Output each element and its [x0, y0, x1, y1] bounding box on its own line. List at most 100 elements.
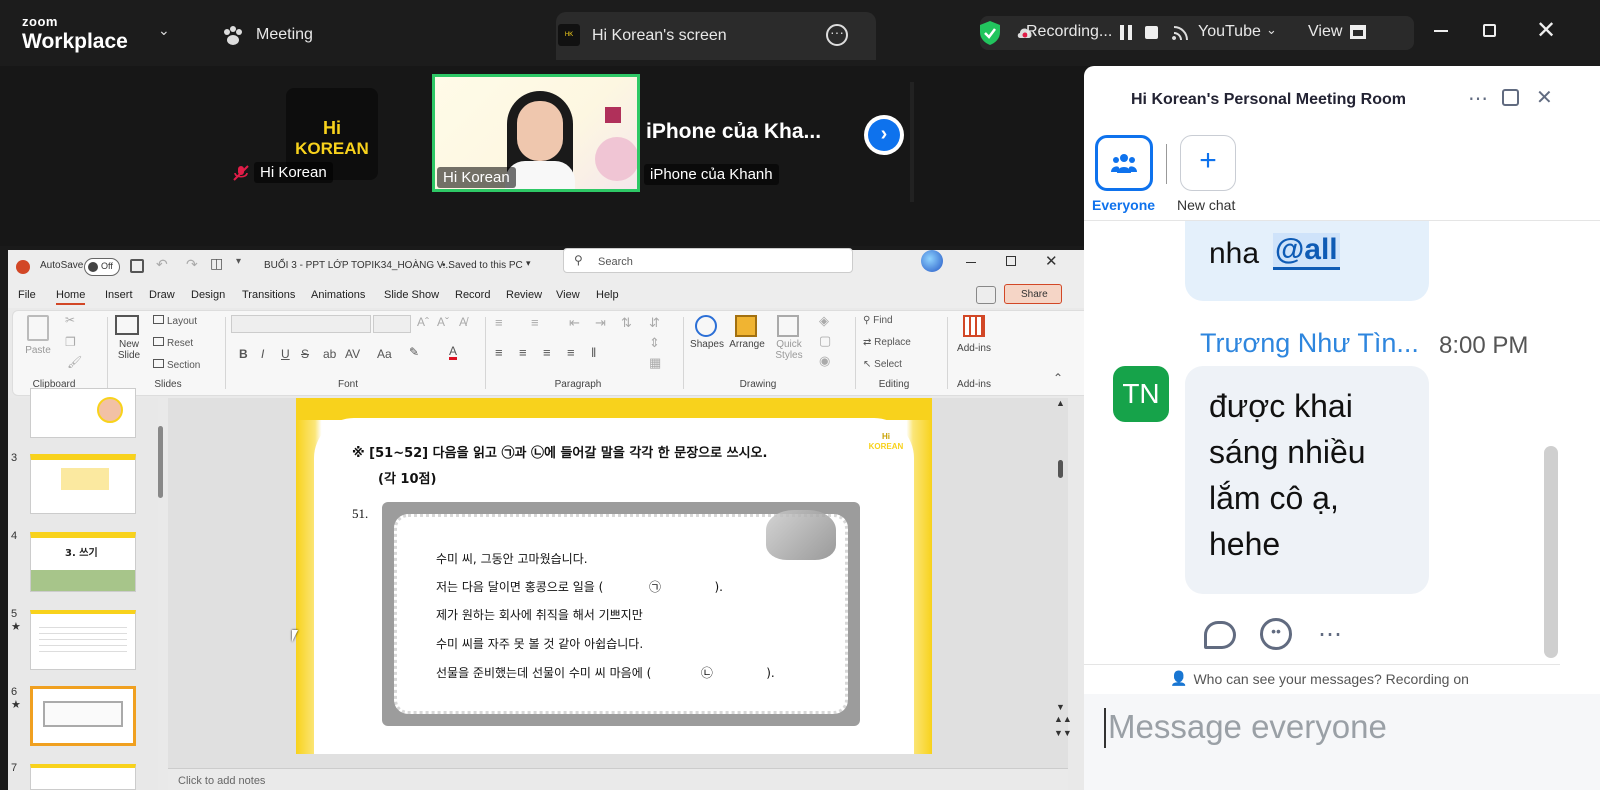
italic-icon[interactable]: I [261, 347, 264, 361]
menu-insert[interactable]: Insert [105, 289, 133, 301]
paste-button[interactable]: Paste [23, 315, 53, 365]
grid-icon[interactable] [1350, 25, 1366, 39]
clear-format-icon[interactable]: A̸ [459, 315, 467, 329]
bold-icon[interactable]: B [239, 347, 248, 361]
font-name-box[interactable] [231, 315, 371, 333]
more-options-icon[interactable]: ··· [826, 24, 848, 46]
select-button[interactable]: ↖ Select [863, 359, 902, 370]
notes-pane[interactable]: Click to add notes [168, 768, 1068, 790]
share-screen-tab[interactable]: HK Hi Korean's screen ··· [556, 12, 876, 60]
ppt-close-icon[interactable]: ✕ [1045, 252, 1058, 270]
chevron-down-icon[interactable]: ▾ [526, 258, 531, 269]
replace-button[interactable]: ⇄ Replace [863, 337, 911, 348]
menu-view[interactable]: View [556, 289, 580, 301]
ppt-restore-icon[interactable] [1006, 256, 1016, 266]
collapse-ribbon-icon[interactable]: ⌃ [1053, 371, 1063, 385]
shapes-button[interactable]: Shapes [689, 315, 725, 350]
menu-animations[interactable]: Animations [311, 289, 365, 301]
slide-thumbnail[interactable] [30, 764, 136, 790]
copilot-icon[interactable] [921, 250, 943, 272]
new-chat-button[interactable]: + [1180, 135, 1236, 191]
slide-thumbnail[interactable] [30, 388, 136, 438]
scroll-down-icon[interactable]: ▼ [1056, 702, 1065, 712]
find-button[interactable]: ⚲ Find [863, 315, 893, 326]
addins-button[interactable]: Add-ins [953, 315, 995, 354]
message-input[interactable]: Message everyone [1104, 704, 1584, 754]
slide-thumbnail[interactable] [30, 610, 136, 670]
menu-slide-show[interactable]: Slide Show [384, 289, 439, 301]
numbering-icon[interactable]: ≡ [531, 315, 539, 330]
prev-slide-icon[interactable]: ▲▲ [1054, 714, 1072, 724]
slide-thumbnail[interactable]: 3. 쓰기 [30, 532, 136, 592]
saved-status[interactable]: • Saved to this PC [442, 260, 523, 271]
slide-thumbnail-active[interactable] [30, 686, 136, 746]
slide-thumbnail[interactable] [30, 454, 136, 514]
justify-icon[interactable]: ≡ [567, 345, 575, 360]
underline-icon[interactable]: U [281, 347, 290, 361]
menu-review[interactable]: Review [506, 289, 542, 301]
char-spacing-icon[interactable]: AV [345, 347, 360, 361]
bullets-icon[interactable]: ≡ [495, 315, 503, 330]
align-center-icon[interactable]: ≡ [519, 345, 527, 360]
strikethrough-icon[interactable]: S [301, 347, 309, 361]
stop-icon[interactable] [1145, 26, 1158, 39]
share-button[interactable]: Share [1004, 284, 1062, 304]
chevron-down-icon[interactable]: ⌄ [158, 22, 170, 39]
mention-link[interactable]: @all [1273, 233, 1340, 270]
canvas-scrollbar[interactable] [1058, 460, 1063, 478]
chevron-down-icon[interactable]: ⌄ [1266, 22, 1277, 38]
menu-file[interactable]: File [18, 289, 36, 301]
privacy-notice[interactable]: 👤 Who can see your messages? Recording o… [1170, 670, 1469, 687]
quick-access-chevron-icon[interactable]: ▾ [236, 256, 241, 267]
align-right-icon[interactable]: ≡ [543, 345, 551, 360]
scroll-up-icon[interactable]: ▲ [1056, 398, 1065, 408]
font-size-box[interactable] [373, 315, 411, 333]
everyone-button[interactable] [1095, 135, 1153, 191]
menu-draw[interactable]: Draw [149, 289, 175, 301]
autosave-toggle[interactable]: Off [84, 258, 120, 276]
shape-effects-icon[interactable]: ◉ [819, 353, 830, 369]
quick-styles-button[interactable]: Quick Styles [769, 315, 809, 361]
menu-transitions[interactable]: Transitions [242, 289, 295, 301]
copy-icon[interactable]: ❐ [65, 335, 76, 349]
columns-icon[interactable]: ‖ [591, 345, 596, 360]
shadow-icon[interactable]: ab [323, 347, 336, 361]
close-icon[interactable]: ✕ [1536, 16, 1556, 45]
section-button[interactable]: Section [153, 359, 200, 371]
menu-record[interactable]: Record [455, 289, 490, 301]
shape-outline-icon[interactable]: ▢ [819, 333, 831, 349]
ppt-search-box[interactable]: ⚲ Search [563, 248, 853, 273]
menu-help[interactable]: Help [596, 289, 619, 301]
reset-button[interactable]: Reset [153, 337, 193, 349]
maximize-icon[interactable] [1483, 24, 1496, 37]
avatar[interactable]: TN [1113, 366, 1169, 422]
highlight-icon[interactable]: ✎ [409, 345, 419, 359]
more-options-icon[interactable]: ⋯ [1468, 86, 1488, 111]
pop-out-icon[interactable] [1502, 89, 1519, 106]
chat-scrollbar[interactable] [1544, 446, 1558, 658]
align-text-icon[interactable]: ⇕ [649, 335, 660, 351]
next-page-button[interactable]: › [864, 115, 904, 155]
decrease-indent-icon[interactable]: ⇤ [569, 315, 580, 331]
youtube-label[interactable]: YouTube [1198, 23, 1261, 41]
sender-name[interactable]: Trương Như Tìn... [1200, 328, 1419, 359]
align-left-icon[interactable]: ≡ [495, 345, 503, 360]
undo-icon[interactable]: ↶ [156, 256, 168, 273]
present-icon[interactable]: ◫ [210, 255, 223, 272]
more-actions-icon[interactable]: ⋯ [1318, 620, 1342, 649]
line-spacing-icon[interactable]: ⇅ [621, 315, 632, 331]
ppt-minimize-icon[interactable] [966, 262, 976, 263]
view-label[interactable]: View [1308, 23, 1342, 41]
video-tile-active-speaker[interactable]: Hi Korean [432, 74, 640, 192]
meeting-menu[interactable]: Meeting [222, 24, 313, 46]
change-case-icon[interactable]: Aa [377, 347, 392, 361]
grow-font-icon[interactable]: Aˆ [417, 315, 429, 329]
format-painter-icon[interactable]: 🖌 [67, 355, 82, 369]
pause-icon[interactable] [1120, 25, 1132, 40]
minimize-icon[interactable] [1434, 30, 1448, 32]
comments-icon[interactable] [976, 286, 996, 304]
save-icon[interactable] [130, 259, 144, 273]
redo-icon[interactable]: ↷ [186, 256, 198, 273]
arrange-button[interactable]: Arrange [727, 315, 767, 350]
increase-indent-icon[interactable]: ⇥ [595, 315, 606, 331]
